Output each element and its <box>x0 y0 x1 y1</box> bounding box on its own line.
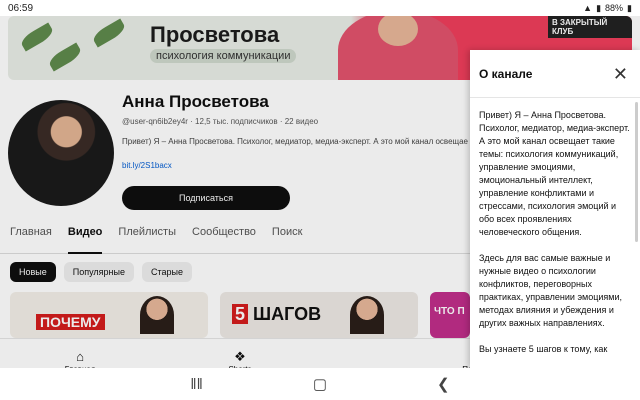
about-paragraph: Привет) Я – Анна Просветова. Психолог, м… <box>479 110 630 237</box>
about-paragraph: Вы узнаете 5 шагов к тому, как <box>479 344 608 354</box>
status-time: 06:59 <box>8 2 34 14</box>
close-icon[interactable]: ✕ <box>613 65 628 83</box>
about-panel-title: О канале <box>479 66 533 81</box>
home-button-icon[interactable]: ▢ <box>313 375 327 393</box>
scrollbar[interactable] <box>635 102 638 242</box>
about-channel-panel: О канале ✕ Привет) Я – Анна Просветова. … <box>470 50 640 368</box>
wifi-icon: ▲ <box>583 3 593 13</box>
about-paragraph: Здесь для вас самые важные и нужные виде… <box>479 253 623 328</box>
about-panel-header: О канале ✕ <box>470 50 640 98</box>
status-icons: ▲ ▮ 88% ▮ <box>583 3 632 14</box>
about-panel-body: Привет) Я – Анна Просветова. Психолог, м… <box>470 98 640 368</box>
signal-icon: ▮ <box>596 2 602 13</box>
system-navigation-bar: ‖‖ ▢ ❮ <box>0 368 640 400</box>
back-icon[interactable]: ❮ <box>437 375 450 393</box>
battery-icon: ▮ <box>627 2 632 13</box>
battery-level: 88% <box>605 3 624 13</box>
screen: 06:59 ▲ ▮ 88% ▮ Просветова психология ко… <box>0 0 640 400</box>
recent-apps-icon[interactable]: ‖‖ <box>190 376 202 393</box>
status-bar: 06:59 ▲ ▮ 88% ▮ <box>0 0 640 16</box>
